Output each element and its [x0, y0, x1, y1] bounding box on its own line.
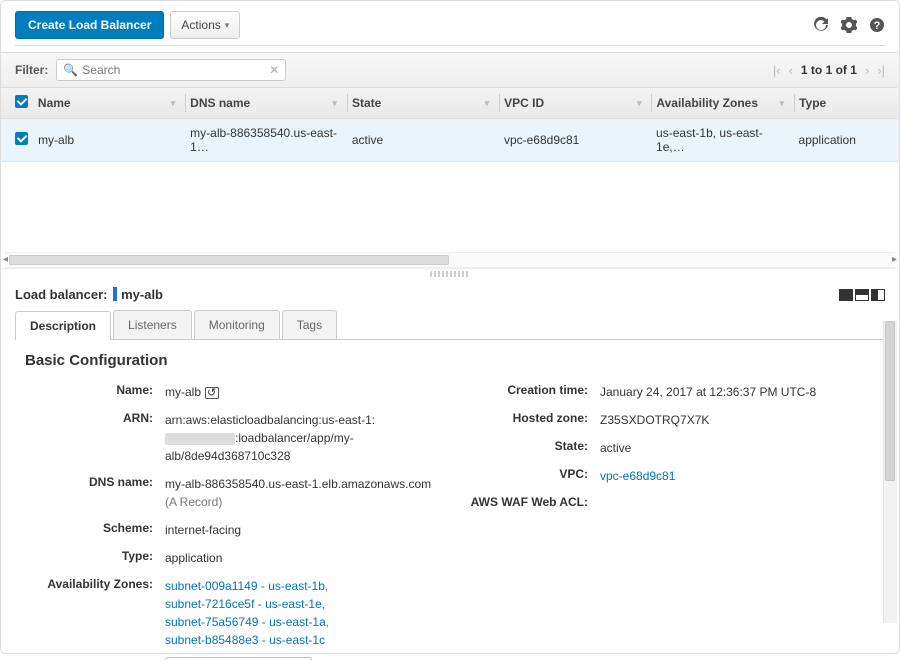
tab-monitoring[interactable]: Monitoring — [194, 310, 280, 339]
cell-dns: my-alb-886358540.us-east-1… — [190, 126, 344, 154]
layout-horizontal-icon[interactable] — [855, 289, 869, 301]
scheme-value: internet-facing — [165, 521, 440, 539]
select-all-checkbox[interactable] — [15, 95, 28, 108]
table-header-row: Name ▾ DNS name ▾ State ▾ VPC ID ▾ Availabil… — [1, 88, 899, 119]
page-first-icon[interactable]: |‹ — [773, 63, 781, 78]
type-value: application — [165, 549, 440, 567]
waf-key: AWS WAF Web ACL: — [460, 495, 600, 509]
page-last-icon[interactable]: ›| — [877, 63, 885, 78]
vertical-scrollbar[interactable] — [883, 321, 897, 623]
section-title: Basic Configuration — [25, 352, 875, 369]
creation-value: January 24, 2017 at 12:36:37 PM UTC-8 — [600, 383, 875, 401]
pagination: |‹ ‹ 1 to 1 of 1 › ›| — [773, 63, 885, 78]
sort-caret-icon[interactable]: ▾ — [485, 98, 496, 109]
clear-search-icon[interactable]: ✕ — [269, 63, 279, 77]
sort-caret-icon[interactable]: ▾ — [780, 98, 791, 109]
name-value: my-alb — [165, 385, 201, 399]
filter-label: Filter: — [15, 63, 48, 77]
arn-masked — [165, 433, 235, 445]
scheme-key: Scheme: — [25, 521, 165, 535]
page-prev-icon[interactable]: ‹ — [789, 63, 793, 78]
splitter-handle[interactable] — [1, 268, 899, 279]
detail-header-label: Load balancer: — [15, 287, 107, 302]
tab-listeners[interactable]: Listeners — [113, 310, 192, 339]
sort-caret-icon[interactable]: ▾ — [171, 98, 182, 109]
copy-icon[interactable] — [205, 387, 219, 399]
col-header-state[interactable]: State — [352, 96, 381, 110]
type-key: Type: — [25, 549, 165, 563]
help-icon[interactable]: ? — [869, 17, 885, 33]
tab-description[interactable]: Description — [15, 311, 111, 340]
detail-header-name: my-alb — [121, 287, 163, 302]
state-value: active — [600, 439, 875, 457]
state-key: State: — [460, 439, 600, 453]
table-row[interactable]: my-alb my-alb-886358540.us-east-1… activ… — [1, 119, 899, 162]
creation-key: Creation time: — [460, 383, 600, 397]
cell-az: us-east-1b, us-east-1e,… — [656, 126, 790, 154]
col-header-vpc[interactable]: VPC ID — [504, 96, 544, 110]
az-key: Availability Zones: — [25, 577, 165, 591]
detail-marker-icon — [113, 287, 117, 301]
search-box[interactable]: 🔍 ✕ — [56, 59, 286, 81]
search-icon: 🔍 — [63, 63, 78, 77]
layout-vertical-icon[interactable] — [871, 289, 885, 301]
arn-key: ARN: — [25, 411, 165, 425]
actions-label: Actions — [181, 18, 220, 32]
actions-dropdown-button[interactable]: Actions ▾ — [170, 11, 240, 39]
chevron-down-icon: ▾ — [225, 20, 230, 31]
dns-note: (A Record) — [165, 495, 222, 509]
az-link[interactable]: subnet-b85488e3 - us-east-1c — [165, 633, 325, 647]
page-next-icon[interactable]: › — [865, 63, 869, 78]
svg-text:?: ? — [874, 20, 881, 32]
col-header-dns[interactable]: DNS name — [190, 96, 250, 110]
gear-icon[interactable] — [841, 17, 857, 33]
create-load-balancer-button[interactable]: Create Load Balancer — [15, 11, 164, 39]
row-checkbox[interactable] — [15, 132, 28, 145]
cell-state: active — [352, 133, 383, 147]
sort-caret-icon[interactable]: ▾ — [637, 98, 648, 109]
cell-name: my-alb — [38, 133, 74, 147]
col-header-name[interactable]: Name — [38, 96, 71, 110]
refresh-icon[interactable] — [813, 17, 829, 33]
dns-value: my-alb-886358540.us-east-1.elb.amazonaws… — [165, 477, 431, 491]
az-link[interactable]: subnet-009a1149 - us-east-1b — [165, 579, 325, 593]
az-link[interactable]: subnet-7216ce5f - us-east-1e — [165, 597, 322, 611]
dns-key: DNS name: — [25, 475, 165, 489]
vpc-link[interactable]: vpc-e68d9c81 — [600, 469, 675, 483]
sort-caret-icon[interactable]: ▾ — [332, 98, 343, 109]
col-header-type[interactable]: Type — [799, 96, 826, 110]
horizontal-scrollbar[interactable]: ◂▸ — [5, 252, 895, 268]
layout-full-icon[interactable] — [839, 289, 853, 301]
hosted-value: Z35SXDOTRQ7X7K — [600, 411, 875, 429]
search-input[interactable] — [82, 63, 252, 77]
name-key: Name: — [25, 383, 165, 397]
cell-type: application — [799, 133, 856, 147]
hosted-key: Hosted zone: — [460, 411, 600, 425]
az-link[interactable]: subnet-75a56749 - us-east-1a — [165, 615, 326, 629]
page-count: 1 to 1 of 1 — [801, 63, 857, 77]
vpc-key: VPC: — [460, 467, 600, 481]
col-header-az[interactable]: Availability Zones — [656, 96, 758, 110]
arn-prefix: arn:aws:elasticloadbalancing:us-east-1: — [165, 413, 375, 427]
tab-tags[interactable]: Tags — [282, 310, 337, 339]
cell-vpc: vpc-e68d9c81 — [504, 133, 579, 147]
